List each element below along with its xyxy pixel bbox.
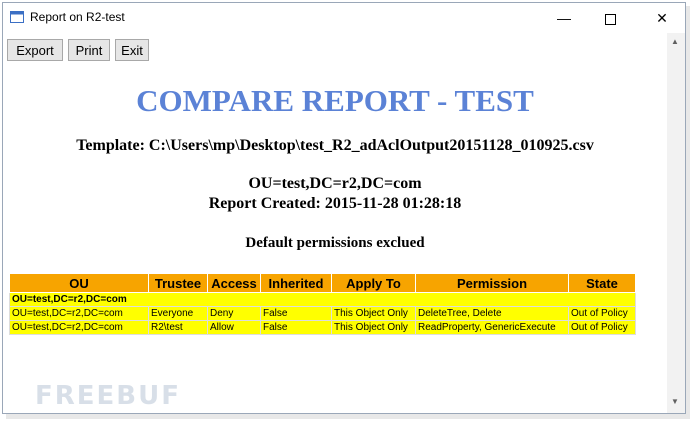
- window-shadow-right: [686, 6, 690, 418]
- cell-ou: OU=test,DC=r2,DC=com: [9, 320, 149, 335]
- print-button[interactable]: Print: [68, 39, 110, 61]
- scroll-down-icon[interactable]: ▼: [671, 397, 679, 406]
- report-created: Report Created: 2015-11-28 01:28:18: [208, 195, 462, 212]
- column-header-trustee: Trustee: [148, 273, 208, 293]
- column-header-ou: OU: [9, 273, 149, 293]
- table-row: OU=test,DC=r2,DC=com Everyone Deny False…: [9, 306, 636, 321]
- report-window: Report on R2-test — ✕ Export Print Exit …: [2, 2, 686, 414]
- window-shadow-bottom: [6, 414, 690, 419]
- report-window-icon: [10, 11, 24, 23]
- export-button[interactable]: Export: [7, 39, 63, 61]
- template-path: Template: C:\Users\mp\Desktop\test_R2_ad…: [76, 137, 594, 154]
- scroll-up-icon[interactable]: ▲: [671, 37, 679, 46]
- column-header-inherited: Inherited: [260, 273, 332, 293]
- cell-access: Deny: [207, 306, 261, 321]
- column-header-permission: Permission: [415, 273, 569, 293]
- table-header-row: OU Trustee Access Inherited Apply To Per…: [9, 273, 636, 293]
- maximize-icon[interactable]: [587, 3, 633, 33]
- window-title: Report on R2-test: [30, 10, 125, 24]
- table-group-row: OU=test,DC=r2,DC=com: [9, 292, 636, 307]
- minimize-icon[interactable]: —: [541, 3, 587, 33]
- permissions-note: Default permissions exclued: [245, 235, 425, 251]
- cell-permission: ReadProperty, GenericExecute: [415, 320, 569, 335]
- ou-heading: OU=test,DC=r2,DC=com: [248, 175, 422, 192]
- cell-apply-to: This Object Only: [331, 320, 416, 335]
- table-row: OU=test,DC=r2,DC=com R2\test Allow False…: [9, 320, 636, 335]
- cell-state: Out of Policy: [568, 320, 636, 335]
- report-title: COMPARE REPORT - TEST: [136, 83, 534, 118]
- cell-state: Out of Policy: [568, 306, 636, 321]
- report-content: COMPARE REPORT - TEST Template: C:\Users…: [3, 67, 667, 413]
- permissions-table: OU Trustee Access Inherited Apply To Per…: [9, 273, 636, 335]
- cell-permission: DeleteTree, Delete: [415, 306, 569, 321]
- column-header-state: State: [568, 273, 636, 293]
- cell-ou: OU=test,DC=r2,DC=com: [9, 306, 149, 321]
- cell-access: Allow: [207, 320, 261, 335]
- cell-trustee: Everyone: [148, 306, 208, 321]
- cell-inherited: False: [260, 320, 332, 335]
- cell-apply-to: This Object Only: [331, 306, 416, 321]
- cell-inherited: False: [260, 306, 332, 321]
- vertical-scrollbar[interactable]: ▲ ▼: [667, 33, 685, 413]
- column-header-apply-to: Apply To: [331, 273, 416, 293]
- exit-button[interactable]: Exit: [115, 39, 149, 61]
- group-ou: OU=test,DC=r2,DC=com: [9, 292, 636, 307]
- close-icon[interactable]: ✕: [639, 3, 685, 33]
- column-header-access: Access: [207, 273, 261, 293]
- cell-trustee: R2\test: [148, 320, 208, 335]
- watermark-logo: FREEBUF: [35, 381, 181, 411]
- title-bar[interactable]: Report on R2-test — ✕: [3, 3, 685, 33]
